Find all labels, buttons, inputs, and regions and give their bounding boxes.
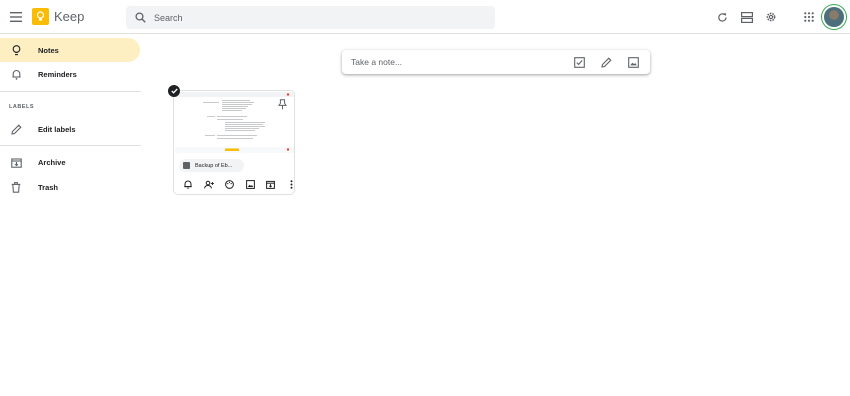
new-list-icon bbox=[573, 56, 585, 68]
app-title[interactable]: Keep bbox=[54, 9, 84, 24]
attachment-label: Backup of Eb... bbox=[195, 162, 233, 169]
search-icon bbox=[134, 12, 146, 23]
settings-icon bbox=[766, 12, 776, 22]
new-drawing-icon bbox=[600, 56, 612, 68]
labels-heading: LABELS bbox=[9, 104, 34, 110]
take-note-input[interactable]: Take a note... bbox=[351, 57, 569, 67]
pin-note-button[interactable] bbox=[275, 97, 289, 111]
note-card[interactable]: Backup of Eb... bbox=[173, 90, 295, 195]
trash-icon bbox=[9, 181, 23, 193]
sidebar-item-edit-labels[interactable]: Edit labels bbox=[0, 117, 140, 141]
collaborator-button[interactable] bbox=[199, 178, 220, 190]
more-options-button[interactable] bbox=[281, 178, 302, 190]
new-image-button[interactable] bbox=[623, 52, 643, 72]
keep-logo-icon[interactable] bbox=[32, 8, 49, 25]
sidebar-item-label: Notes bbox=[38, 45, 59, 55]
archive-button[interactable] bbox=[260, 178, 281, 190]
avatar[interactable] bbox=[824, 7, 844, 27]
remind-me-button[interactable] bbox=[178, 178, 199, 190]
palette-icon bbox=[225, 179, 234, 189]
archive-icon bbox=[266, 180, 276, 189]
pencil-icon bbox=[9, 123, 23, 135]
background-options-button[interactable] bbox=[219, 178, 240, 190]
sidebar-item-notes[interactable]: Notes bbox=[0, 38, 140, 62]
check-icon bbox=[170, 88, 178, 94]
top-bar: Keep bbox=[0, 0, 850, 34]
new-drawing-button[interactable] bbox=[596, 52, 616, 72]
attachment-chip[interactable]: Backup of Eb... bbox=[179, 159, 244, 172]
archive-icon bbox=[9, 157, 23, 168]
pin-icon bbox=[277, 98, 287, 109]
bell-icon bbox=[9, 69, 23, 80]
take-note-bar[interactable]: Take a note... bbox=[342, 50, 650, 74]
sidebar-item-reminders[interactable]: Reminders bbox=[0, 62, 140, 86]
sidebar-divider bbox=[0, 145, 141, 146]
lightbulb-icon bbox=[9, 44, 23, 56]
list-view-icon bbox=[741, 11, 753, 23]
select-note-checkmark[interactable] bbox=[168, 85, 180, 97]
collaborator-icon bbox=[203, 180, 214, 189]
sidebar-item-label: Edit labels bbox=[38, 124, 76, 134]
menu-icon bbox=[10, 12, 22, 22]
add-image-icon bbox=[245, 179, 255, 189]
sidebar-item-label: Reminders bbox=[38, 69, 77, 79]
note-toolbar bbox=[178, 178, 302, 190]
settings-button[interactable] bbox=[759, 5, 783, 29]
sidebar-item-trash[interactable]: Trash bbox=[0, 175, 140, 199]
search-bar[interactable] bbox=[126, 6, 495, 29]
sidebar-item-archive[interactable]: Archive bbox=[0, 150, 140, 174]
apps-button[interactable] bbox=[797, 5, 821, 29]
new-image-icon bbox=[627, 56, 639, 68]
search-button[interactable] bbox=[126, 12, 154, 23]
new-list-button[interactable] bbox=[569, 52, 589, 72]
apps-icon bbox=[804, 12, 814, 22]
sidebar-divider bbox=[0, 91, 141, 92]
document-icon bbox=[183, 162, 190, 169]
sidebar-item-label: Archive bbox=[38, 157, 66, 167]
refresh-icon bbox=[717, 12, 727, 22]
search-input[interactable] bbox=[154, 12, 454, 23]
main-menu-button[interactable] bbox=[4, 5, 28, 29]
remind-me-icon bbox=[184, 180, 192, 189]
sidebar-item-label: Trash bbox=[38, 182, 59, 192]
add-image-button[interactable] bbox=[240, 178, 261, 190]
list-view-button[interactable] bbox=[735, 5, 759, 29]
refresh-button[interactable] bbox=[710, 5, 734, 29]
more-icon bbox=[290, 179, 293, 189]
